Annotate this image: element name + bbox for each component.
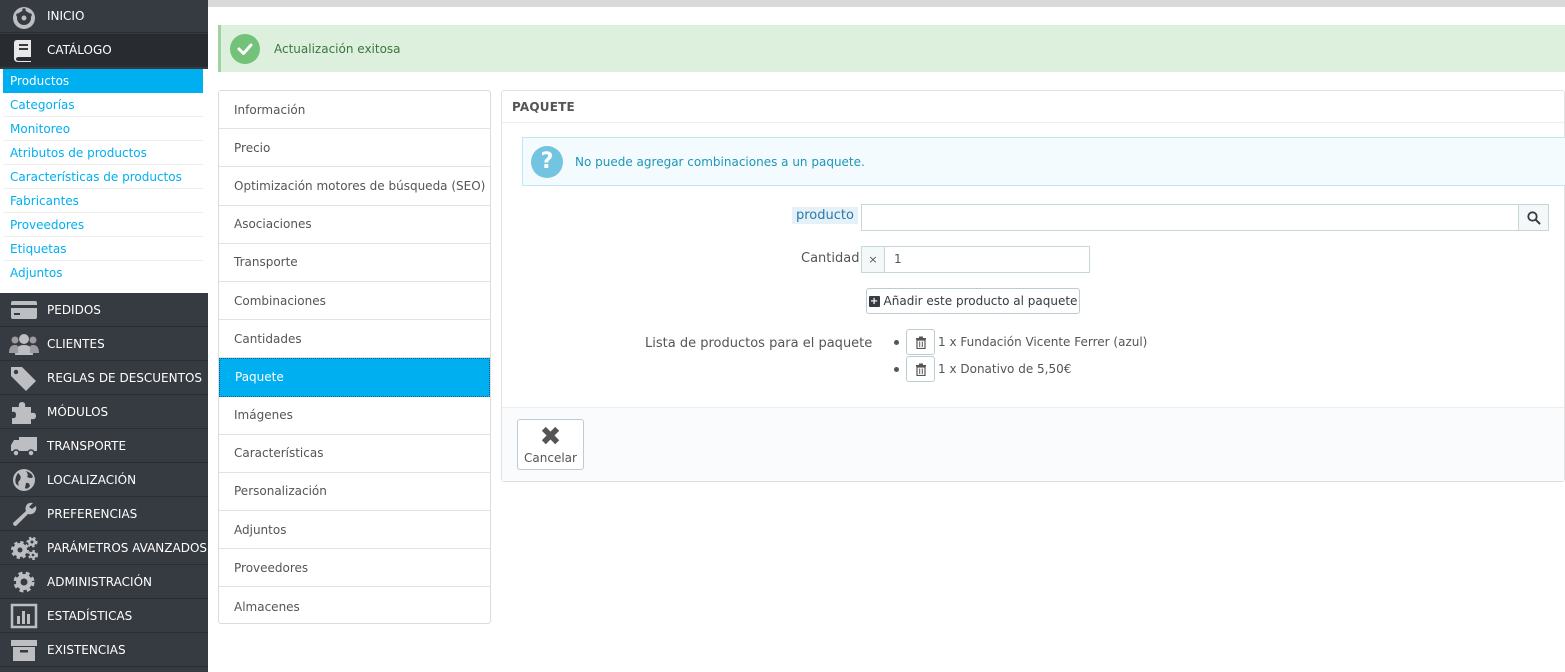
quantity-input[interactable]: 1 xyxy=(885,246,1090,273)
trash-icon xyxy=(915,363,926,376)
tab-proveedores[interactable]: Proveedores xyxy=(219,549,490,588)
nav-item-transporte[interactable]: TRANSPORTE xyxy=(0,430,208,463)
list-item: 1 x Fundación Vicente Ferrer (azul) xyxy=(894,329,1147,355)
globe-icon xyxy=(7,466,41,494)
alert-text: Actualización exitosa xyxy=(274,41,401,56)
product-tabs: Información Precio Optimización motores … xyxy=(218,90,491,624)
users-icon xyxy=(7,330,41,358)
pack-item-label: 1 x Fundación Vicente Ferrer (azul) xyxy=(938,335,1148,349)
tab-imagenes[interactable]: Imágenes xyxy=(219,397,490,435)
submenu-item-proveedores[interactable]: Proveedores xyxy=(3,213,203,237)
nav-item-label: REGLAS DE DESCUENTOS xyxy=(47,371,203,385)
nav-item-pedidos[interactable]: PEDIDOS xyxy=(0,294,208,327)
tab-cantidades[interactable]: Cantidades xyxy=(219,320,490,359)
tab-precio[interactable]: Precio xyxy=(219,129,490,168)
nav-item-existencias[interactable]: EXISTENCIAS xyxy=(0,634,208,667)
nav-item-clientes[interactable]: CLIENTES xyxy=(0,328,208,361)
tab-seo[interactable]: Optimización motores de búsqueda (SEO) xyxy=(219,167,490,206)
check-circle-icon xyxy=(230,33,260,64)
pack-panel: PAQUETE ? No puede agregar combinaciones… xyxy=(501,90,1565,482)
delete-pack-item-button[interactable] xyxy=(906,329,935,355)
pack-list-label: Lista de productos para el paquete xyxy=(645,336,873,351)
nav-item-reglas-descuentos[interactable]: REGLAS DE DESCUENTOS xyxy=(0,362,208,395)
search-button[interactable] xyxy=(1518,204,1549,231)
nav-item-label: PREFERENCIAS xyxy=(47,507,138,521)
nav-item-label: PARÁMETROS AVANZADOS xyxy=(47,541,208,555)
bar-chart-icon xyxy=(7,602,41,630)
nav-item-label: ESTADÍSTICAS xyxy=(47,609,133,623)
submenu-item-adjuntos[interactable]: Adjuntos xyxy=(3,261,203,285)
tab-combinaciones[interactable]: Combinaciones xyxy=(219,282,490,321)
nav-item-preferencias[interactable]: PREFERENCIAS xyxy=(0,498,208,531)
submenu-item-atributos[interactable]: Atributos de productos xyxy=(3,141,203,165)
nav-item-administracion[interactable]: ADMINISTRACIÓN xyxy=(0,566,208,599)
tab-personalizacion[interactable]: Personalización xyxy=(219,473,490,512)
nav-item-label: INICIO xyxy=(47,9,85,23)
nav-item-catalogo[interactable]: CATÁLOGO xyxy=(0,34,208,67)
nav-item-label: CATÁLOGO xyxy=(47,43,112,57)
bullet xyxy=(894,339,899,345)
pack-item-label: 1 x Donativo de 5,50€ xyxy=(938,362,1072,376)
nav-item-modulos[interactable]: MÓDULOS xyxy=(0,396,208,429)
archive-icon xyxy=(7,636,41,664)
tab-almacenes[interactable]: Almacenes xyxy=(219,587,490,625)
success-alert: Actualización exitosa xyxy=(218,25,1565,72)
nav-item-estadisticas[interactable]: ESTADÍSTICAS xyxy=(0,600,208,633)
nav-item-parametros-avanzados[interactable]: PARÁMETROS AVANZADOS xyxy=(0,532,208,565)
nav-item-label: EXISTENCIAS xyxy=(47,643,126,657)
submenu-item-caracteristicas[interactable]: Características de productos xyxy=(3,165,203,189)
book-icon xyxy=(7,36,41,64)
tab-paquete[interactable]: Paquete xyxy=(219,358,490,397)
trash-icon xyxy=(915,336,926,349)
nav-item-label: LOCALIZACIÓN xyxy=(47,473,137,487)
add-to-pack-button[interactable]: + Añadir este producto al paquete xyxy=(866,288,1080,314)
nav-item-label: PEDIDOS xyxy=(47,303,101,317)
tab-informacion[interactable]: Información xyxy=(219,91,490,130)
product-label: producto xyxy=(792,207,858,224)
credit-card-icon xyxy=(7,296,41,324)
top-bar xyxy=(208,0,1565,7)
panel-footer: ✖ Cancelar xyxy=(502,407,1564,481)
submenu-item-categorias[interactable]: Categorías xyxy=(3,93,203,117)
submenu-item-etiquetas[interactable]: Etiquetas xyxy=(3,237,203,261)
search-icon xyxy=(1526,210,1540,224)
add-to-pack-label: Añadir este producto al paquete xyxy=(883,294,1078,308)
nav-item-localizacion[interactable]: LOCALIZACIÓN xyxy=(0,464,208,497)
quantity-label: Cantidad xyxy=(801,251,860,266)
quantity-addon: × xyxy=(861,246,885,273)
cog-icon xyxy=(7,568,41,596)
sidebar: INICIO CATÁLOGO PEDIDOS CLIENTES REGLAS … xyxy=(0,0,208,672)
dashboard-icon xyxy=(7,2,41,30)
nav-item-label: ADMINISTRACIÓN xyxy=(47,575,152,589)
tab-adjuntos[interactable]: Adjuntos xyxy=(219,511,490,550)
submenu-item-productos[interactable]: Productos xyxy=(3,69,203,93)
tab-asociaciones[interactable]: Asociaciones xyxy=(219,206,490,244)
tab-caracteristicas[interactable]: Características xyxy=(219,435,490,473)
panel-heading: PAQUETE xyxy=(502,91,1564,123)
bullet xyxy=(894,366,899,372)
product-search-input[interactable] xyxy=(861,204,1519,231)
delete-pack-item-button[interactable] xyxy=(906,356,935,382)
question-circle-icon: ? xyxy=(531,145,563,178)
puzzle-icon xyxy=(7,398,41,426)
nav-item-label: MÓDULOS xyxy=(47,405,109,419)
cogs-icon xyxy=(7,534,41,562)
catalog-submenu: Productos Categorías Monitoreo Atributos… xyxy=(0,69,208,293)
plus-square-icon: + xyxy=(868,295,880,307)
nav-item-label: TRANSPORTE xyxy=(47,439,127,453)
wrench-icon xyxy=(7,500,41,528)
info-text: No puede agregar combinaciones a un paqu… xyxy=(575,154,865,169)
close-icon: ✖ xyxy=(539,421,562,452)
nav-item-label: CLIENTES xyxy=(47,337,105,351)
list-item: 1 x Donativo de 5,50€ xyxy=(894,356,1071,382)
tags-icon xyxy=(7,364,41,392)
nav-item-inicio[interactable]: INICIO xyxy=(0,0,208,33)
submenu-item-monitoreo[interactable]: Monitoreo xyxy=(3,117,203,141)
cancel-button[interactable]: ✖ Cancelar xyxy=(517,419,584,470)
truck-icon xyxy=(7,432,41,460)
cancel-label: Cancelar xyxy=(524,450,577,465)
info-alert: ? No puede agregar combinaciones a un pa… xyxy=(522,137,1565,186)
tab-transporte[interactable]: Transporte xyxy=(219,244,490,282)
submenu-item-fabricantes[interactable]: Fabricantes xyxy=(3,189,203,213)
